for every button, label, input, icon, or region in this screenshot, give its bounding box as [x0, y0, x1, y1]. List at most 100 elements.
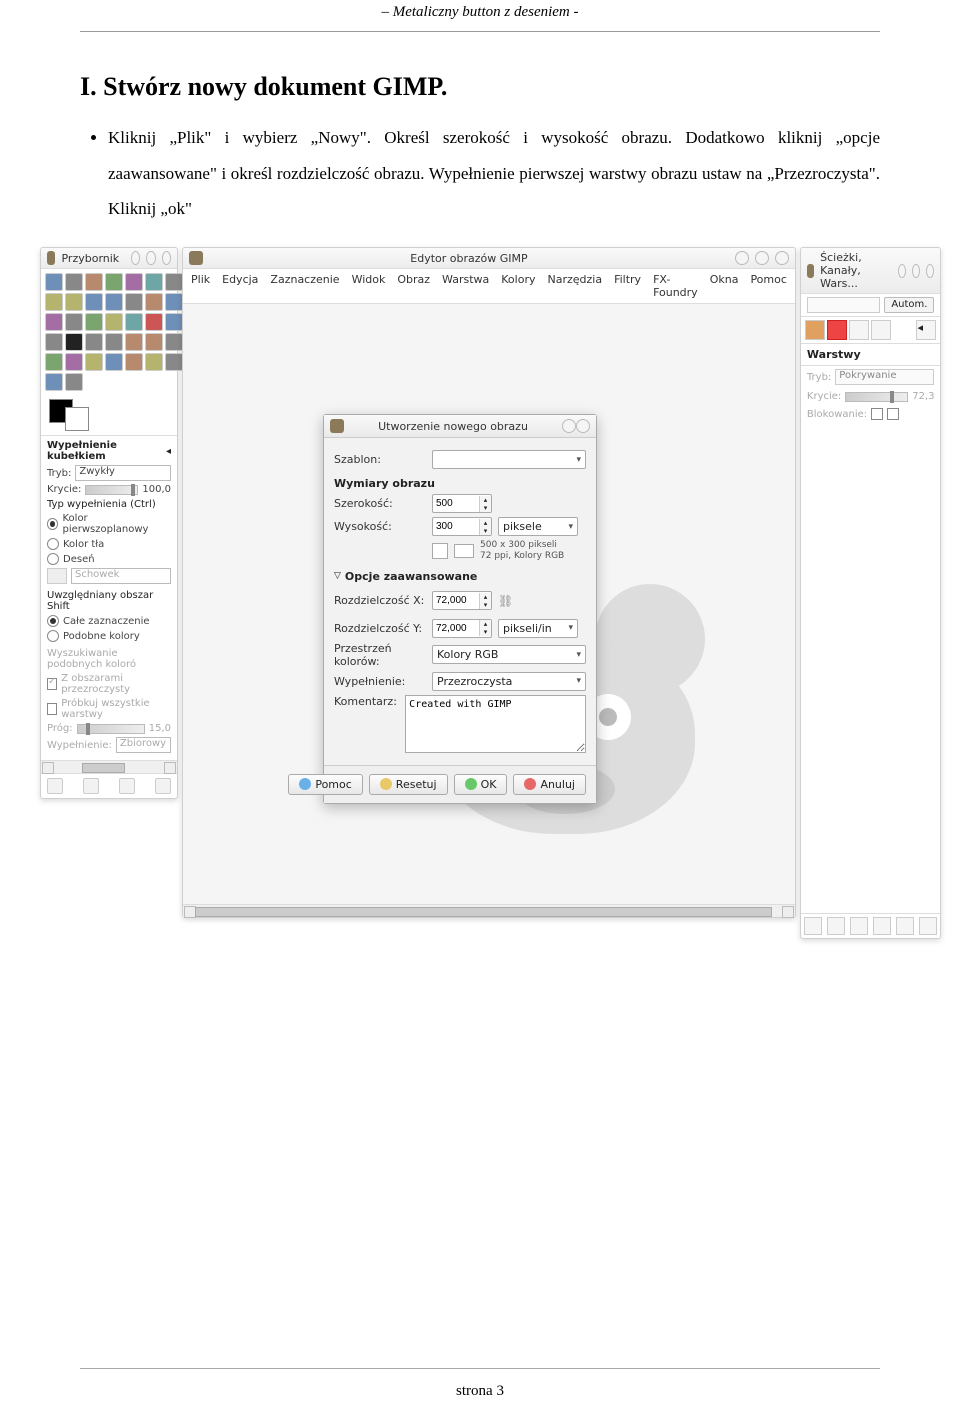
landscape-icon[interactable]	[454, 544, 474, 558]
tb-btn-4[interactable]	[155, 778, 171, 794]
minimize-icon[interactable]	[735, 251, 749, 265]
tool-extra[interactable]	[165, 353, 183, 371]
menu-fxfoundry[interactable]: FX-Foundry	[653, 273, 698, 299]
maximize-icon[interactable]	[146, 251, 155, 265]
tool-smudge[interactable]	[125, 353, 143, 371]
cancel-button[interactable]: Anuluj	[513, 774, 586, 795]
close-icon[interactable]	[162, 251, 171, 265]
portrait-icon[interactable]	[432, 543, 448, 559]
tool-move[interactable]	[125, 293, 143, 311]
layer-mode-select[interactable]: Pokrywanie	[835, 369, 934, 385]
tool-text[interactable]	[165, 313, 183, 331]
lock-pixels-check[interactable]	[871, 408, 883, 420]
tool-ellipse-select[interactable]	[65, 273, 83, 291]
lower-layer-icon[interactable]	[850, 917, 868, 935]
tool-scissors[interactable]	[145, 273, 163, 291]
tool-extra3[interactable]	[65, 373, 83, 391]
maximize-icon[interactable]	[912, 264, 920, 278]
tab-layers-icon[interactable]	[805, 320, 825, 340]
maximize-icon[interactable]	[755, 251, 769, 265]
resunit-select[interactable]: pikseli/in▾	[498, 619, 578, 638]
tool-measure[interactable]	[105, 293, 123, 311]
anchor-layer-icon[interactable]	[896, 917, 914, 935]
tool-cage[interactable]	[145, 313, 163, 331]
tool-pencil[interactable]	[85, 333, 103, 351]
tool-airbrush[interactable]	[145, 333, 163, 351]
dialog-min-icon[interactable]	[562, 419, 576, 433]
tool-ink[interactable]	[165, 333, 183, 351]
radio-bg-color[interactable]	[47, 538, 59, 550]
tool-bucket[interactable]	[45, 333, 63, 351]
editor-hscroll[interactable]	[183, 904, 795, 917]
tool-crop[interactable]	[165, 293, 183, 311]
close-icon[interactable]	[926, 264, 934, 278]
dialog-close-icon[interactable]	[576, 419, 590, 433]
auto-button[interactable]: Autom.	[884, 297, 934, 313]
image-select[interactable]	[807, 297, 880, 313]
resy-input[interactable]: ▴▾	[432, 619, 492, 638]
tool-paths[interactable]	[45, 293, 63, 311]
tool-heal[interactable]	[65, 353, 83, 371]
tool-perspective[interactable]	[105, 313, 123, 331]
new-layer-icon[interactable]	[804, 917, 822, 935]
tool-dodge[interactable]	[145, 353, 163, 371]
tab-paths-icon[interactable]	[849, 320, 869, 340]
menu-colors[interactable]: Kolory	[501, 273, 535, 299]
menu-file[interactable]: Plik	[191, 273, 210, 299]
tool-zoom[interactable]	[85, 293, 103, 311]
tool-perspective-clone[interactable]	[85, 353, 103, 371]
colorspace-select[interactable]: Kolory RGB▾	[432, 645, 586, 664]
tool-eraser[interactable]	[125, 333, 143, 351]
help-button[interactable]: Pomoc	[288, 774, 362, 795]
minimize-icon[interactable]	[898, 264, 906, 278]
opacity-slider[interactable]	[85, 485, 138, 495]
minimize-icon[interactable]	[131, 251, 140, 265]
tool-paintbrush[interactable]	[105, 333, 123, 351]
comment-textarea[interactable]	[405, 695, 586, 753]
tool-free-select[interactable]	[85, 273, 103, 291]
height-input[interactable]: ▴▾	[432, 517, 492, 536]
width-input[interactable]: ▴▾	[432, 494, 492, 513]
duplicate-layer-icon[interactable]	[873, 917, 891, 935]
link-res-icon[interactable]: ⛓	[498, 587, 512, 615]
template-select[interactable]: ▾	[432, 450, 586, 469]
layer-opacity-slider[interactable]	[845, 392, 908, 402]
mode-select[interactable]: Zwykły	[75, 465, 171, 481]
tb-btn-1[interactable]	[47, 778, 63, 794]
tool-color-picker[interactable]	[65, 293, 83, 311]
tool-extra2[interactable]	[45, 373, 63, 391]
resx-input[interactable]: ▴▾	[432, 591, 492, 610]
menu-tools[interactable]: Narzędzia	[547, 273, 602, 299]
radio-pattern[interactable]	[47, 553, 59, 565]
tool-blur[interactable]	[105, 353, 123, 371]
toolbox-hscroll[interactable]	[41, 760, 177, 773]
tb-btn-2[interactable]	[83, 778, 99, 794]
menu-help[interactable]: Pomoc	[750, 273, 786, 299]
tool-rotate[interactable]	[45, 313, 63, 331]
menu-edit[interactable]: Edycja	[222, 273, 258, 299]
radio-fg-color[interactable]	[47, 518, 58, 530]
fill-select[interactable]: Przezroczysta▾	[432, 672, 586, 691]
tool-blend[interactable]	[65, 333, 83, 351]
advanced-expander[interactable]: ▽Opcje zaawansowane	[334, 570, 586, 583]
tool-shear[interactable]	[85, 313, 103, 331]
ok-button[interactable]: OK	[454, 774, 508, 795]
menu-windows[interactable]: Okna	[710, 273, 739, 299]
menu-layer[interactable]: Warstwa	[442, 273, 489, 299]
menu-select[interactable]: Zaznaczenie	[270, 273, 339, 299]
tab-undo-icon[interactable]	[871, 320, 891, 340]
tab-menu-icon[interactable]: ◂	[916, 320, 936, 340]
tool-foreground[interactable]	[165, 273, 183, 291]
bg-color-swatch[interactable]	[65, 407, 89, 431]
tool-align[interactable]	[145, 293, 163, 311]
delete-layer-icon[interactable]	[919, 917, 937, 935]
lock-alpha-check[interactable]	[887, 408, 899, 420]
tab-channels-icon[interactable]	[827, 320, 847, 340]
tool-rect-select[interactable]	[45, 273, 63, 291]
tool-clone[interactable]	[45, 353, 63, 371]
tool-color-select[interactable]	[125, 273, 143, 291]
reset-button[interactable]: Resetuj	[369, 774, 448, 795]
menu-view[interactable]: Widok	[352, 273, 386, 299]
close-icon[interactable]	[775, 251, 789, 265]
raise-layer-icon[interactable]	[827, 917, 845, 935]
